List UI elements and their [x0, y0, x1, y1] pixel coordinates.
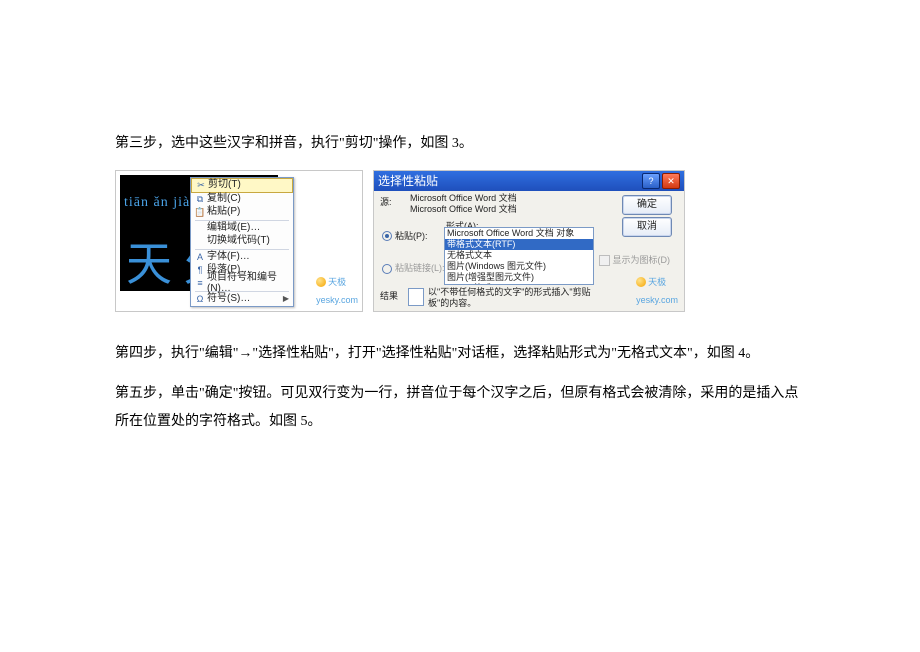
- list-item[interactable]: HTML 格式: [445, 283, 593, 285]
- menu-label: 剪切(T): [208, 180, 288, 191]
- menu-separator: [195, 249, 289, 250]
- source-label: 源:: [380, 193, 392, 211]
- menu-separator: [195, 220, 289, 221]
- watermark-logo: 天极 yesky.com: [636, 273, 678, 309]
- step4-text: 第四步，执行"编辑"→"选择性粘贴"，打开"选择性粘贴"对话框，选择粘贴形式为"…: [115, 340, 805, 368]
- scissors-icon: ✂: [194, 181, 208, 190]
- font-icon: A: [193, 253, 207, 262]
- pinyin-text: tiān ǎn jiàn: [124, 189, 198, 217]
- checkbox-icon: [599, 255, 610, 266]
- figure-4-paste-special-dialog: 选择性粘贴 ? ✕ 源: Microsoft Office Word 文档Mic…: [373, 170, 685, 312]
- radio-paste-link[interactable]: 粘贴链接(L):: [382, 261, 445, 275]
- list-item[interactable]: 带格式文本(RTF): [445, 239, 593, 250]
- paragraph-icon: ¶: [193, 266, 207, 275]
- logo-icon: [636, 277, 646, 287]
- copy-icon: ⧉: [193, 195, 207, 204]
- radio-icon: [382, 264, 392, 274]
- context-menu: ✂ 剪切(T) ⧉ 复制(C) 📋 粘贴(P) 编辑域(E)…: [190, 177, 294, 307]
- bullets-icon: ≡: [193, 279, 207, 288]
- result-icon: [408, 288, 424, 306]
- menu-item-cut[interactable]: ✂ 剪切(T): [191, 178, 293, 193]
- menu-item-font[interactable]: A 字体(F)…: [191, 251, 293, 264]
- logo-icon: [316, 277, 326, 287]
- list-item[interactable]: Microsoft Office Word 文档 对象: [445, 228, 593, 239]
- menu-item-toggle-field-code[interactable]: 切换域代码(T): [191, 235, 293, 248]
- menu-item-bullets[interactable]: ≡ 项目符号和编号(N)…: [191, 277, 293, 290]
- figure-3: tiān ǎn jiàn 天 欠件 ✂ 剪切(T) ⧉ 复制(C) 📋 粘贴(P…: [115, 170, 363, 312]
- list-item[interactable]: 无格式文本: [445, 250, 593, 261]
- menu-label: 复制(C): [207, 194, 289, 205]
- dialog-titlebar: 选择性粘贴 ? ✕: [374, 171, 684, 191]
- step3-text: 第三步，选中这些汉字和拼音，执行"剪切"操作，如图 3。: [115, 130, 805, 158]
- menu-item-symbol[interactable]: Ω 符号(S)… ▶: [191, 293, 293, 306]
- paste-icon: 📋: [193, 208, 207, 217]
- radio-label: 粘贴(P):: [395, 229, 428, 243]
- menu-label: 切换域代码(T): [207, 236, 289, 247]
- symbol-icon: Ω: [193, 295, 207, 304]
- menu-item-paste[interactable]: 📋 粘贴(P): [191, 206, 293, 219]
- menu-label: 粘贴(P): [207, 207, 289, 218]
- radio-icon: [382, 231, 392, 241]
- ok-button[interactable]: 确定: [622, 195, 672, 215]
- source-value: Microsoft Office Word 文档Microsoft Office…: [410, 193, 517, 215]
- format-listbox[interactable]: Microsoft Office Word 文档 对象 带格式文本(RTF) 无…: [444, 227, 594, 285]
- close-button[interactable]: ✕: [662, 173, 680, 189]
- result-text: 以"不带任何格式的文字"的形式插入"剪贴板"的内容。: [428, 287, 598, 310]
- menu-item-edit-field[interactable]: 编辑域(E)…: [191, 222, 293, 235]
- help-button[interactable]: ?: [642, 173, 660, 189]
- menu-item-copy[interactable]: ⧉ 复制(C): [191, 193, 293, 206]
- menu-label: 项目符号和编号(N)…: [207, 273, 289, 294]
- menu-label: 编辑域(E)…: [207, 223, 289, 234]
- menu-label: 符号(S)…: [207, 294, 283, 305]
- menu-label: 字体(F)…: [207, 252, 289, 263]
- list-item[interactable]: 图片(Windows 图元文件): [445, 261, 593, 272]
- chevron-right-icon: ▶: [283, 295, 289, 303]
- cancel-button[interactable]: 取消: [622, 217, 672, 237]
- radio-paste[interactable]: 粘贴(P):: [382, 229, 445, 243]
- watermark-logo: 天极 yesky.com: [316, 273, 358, 309]
- step5-text: 第五步，单击"确定"按钮。可见双行变为一行，拼音位于每个汉字之后，但原有格式会被…: [115, 380, 805, 436]
- result-label: 结果: [380, 287, 398, 305]
- display-as-icon-checkbox[interactable]: 显示为图标(D): [599, 251, 671, 269]
- radio-label: 粘贴链接(L):: [395, 261, 445, 275]
- dialog-title: 选择性粘贴: [378, 170, 438, 193]
- checkbox-label: 显示为图标(D): [613, 251, 671, 269]
- list-item[interactable]: 图片(增强型图元文件): [445, 272, 593, 283]
